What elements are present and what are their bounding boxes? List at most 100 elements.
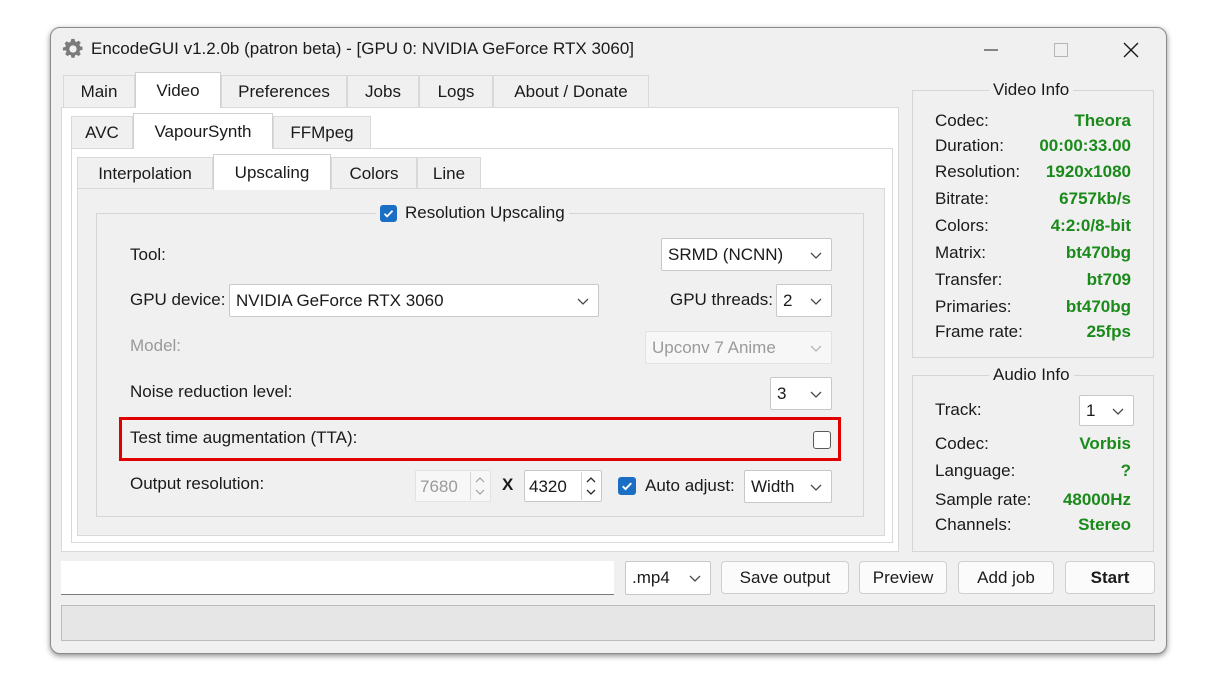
track-select[interactable]: 1 — [1079, 395, 1134, 426]
button-label: Start — [1090, 567, 1130, 587]
progress-bar — [61, 605, 1155, 641]
video-info-row: Duration: 00:00:33.00 — [935, 136, 1131, 160]
video-info-group: Video Info Codec: Theora Duration: 00:00:3… — [912, 80, 1154, 358]
tab-interpolation[interactable]: Interpolation — [77, 157, 213, 189]
info-value: 6757kb/s — [1059, 189, 1131, 208]
tab-label: Upscaling — [234, 162, 310, 182]
tool-label: Tool: — [130, 245, 166, 264]
tab-label: About / Donate — [514, 81, 628, 101]
output-resolution-label: Output resolution: — [130, 474, 265, 493]
tab-label: Interpolation — [98, 163, 192, 183]
group-title: Resolution Upscaling — [405, 203, 565, 222]
info-key: Channels: — [935, 515, 1012, 534]
tab-label: VapourSynth — [154, 121, 252, 141]
track-value: 1 — [1086, 400, 1096, 420]
chevron-down-icon — [810, 484, 822, 491]
video-info-row: Frame rate: 25fps — [935, 322, 1131, 346]
tool-value: SRMD (NCNN) — [668, 244, 784, 264]
chevron-down-icon — [810, 252, 822, 259]
video-info-row: Codec: Theora — [935, 111, 1131, 135]
info-value: 4:2:0/8-bit — [1050, 216, 1131, 235]
chevron-down-icon — [577, 298, 589, 305]
title-bar[interactable]: EncodeGUI v1.2.0b (patron beta) - [GPU 0… — [51, 28, 1166, 72]
save-output-button[interactable]: Save output — [721, 561, 849, 594]
gpu-threads-value: 2 — [783, 290, 793, 310]
audio-info-row: Channels: Stereo — [935, 515, 1131, 539]
info-key: Frame rate: — [935, 322, 1023, 341]
checkmark-icon — [622, 482, 632, 491]
maximize-icon — [1054, 43, 1068, 57]
tab-line[interactable]: Line — [417, 157, 481, 189]
chevron-down-icon — [810, 298, 822, 305]
audio-info-title: Audio Info — [989, 365, 1074, 385]
audio-info-row: Sample rate: 48000Hz — [935, 490, 1131, 514]
info-value: bt470bg — [1065, 297, 1131, 316]
info-value: bt709 — [1086, 270, 1131, 289]
video-info-row: Bitrate: 6757kb/s — [935, 189, 1131, 213]
maximize-button[interactable] — [1041, 36, 1081, 64]
tool-select[interactable]: SRMD (NCNN) — [661, 238, 832, 271]
auto-adjust-checkbox[interactable] — [618, 477, 636, 495]
tab-about-donate[interactable]: About / Donate — [493, 75, 649, 107]
info-key: Transfer: — [935, 270, 1003, 289]
spin-up-down-icon — [475, 477, 485, 495]
start-button[interactable]: Start — [1065, 561, 1155, 594]
model-select[interactable]: Upconv 7 Anime — [645, 331, 832, 364]
tab-vapoursynth[interactable]: VapourSynth — [133, 113, 273, 149]
button-label: Preview — [872, 567, 934, 587]
tab-colors[interactable]: Colors — [331, 157, 417, 189]
close-button[interactable] — [1111, 36, 1151, 64]
tta-checkbox[interactable] — [813, 431, 831, 449]
tab-label: FFMpeg — [290, 122, 354, 142]
group-header[interactable]: Resolution Upscaling — [376, 203, 569, 223]
tab-label: Logs — [437, 81, 475, 101]
gpu-threads-select[interactable]: 2 — [776, 284, 832, 317]
tab-jobs[interactable]: Jobs — [347, 75, 419, 107]
track-label: Track: — [935, 400, 982, 419]
spin-up-down-icon — [586, 477, 596, 495]
audio-info-group: Audio Info Track: 1 Codec: Vorbis Languag… — [912, 365, 1154, 552]
minimize-button[interactable] — [971, 36, 1011, 64]
tab-label: Video — [156, 80, 200, 100]
tab-ffmpeg[interactable]: FFMpeg — [273, 116, 371, 148]
auto-adjust-label: Auto adjust: — [645, 476, 735, 495]
tab-video[interactable]: Video — [135, 72, 221, 108]
noise-reduction-value: 3 — [777, 383, 787, 403]
info-key: Language: — [935, 461, 1016, 480]
container-value: .mp4 — [632, 568, 670, 587]
audio-info-row: Language:? — [935, 461, 1131, 485]
output-path-input[interactable] — [61, 561, 614, 595]
info-value: Vorbis — [1079, 434, 1131, 453]
tab-main[interactable]: Main — [63, 75, 135, 107]
chevron-down-icon — [810, 391, 822, 398]
tab-preferences[interactable]: Preferences — [221, 75, 347, 107]
add-job-button[interactable]: Add job — [958, 561, 1054, 594]
chevron-down-icon — [1112, 408, 1124, 415]
noise-reduction-select[interactable]: 3 — [770, 377, 832, 410]
tab-label: Main — [80, 81, 118, 101]
gpu-device-value: NVIDIA GeForce RTX 3060 — [236, 290, 444, 310]
spin-arrows[interactable] — [470, 472, 489, 500]
video-info-row: Colors: 4:2:0/8-bit — [935, 216, 1131, 240]
minimize-icon — [984, 49, 998, 51]
spin-arrows[interactable] — [581, 472, 600, 500]
audio-info-row: Codec: Vorbis — [935, 434, 1131, 458]
resolution-upscaling-checkbox[interactable] — [380, 204, 397, 222]
tab-upscaling[interactable]: Upscaling — [213, 154, 331, 190]
gpu-device-select[interactable]: NVIDIA GeForce RTX 3060 — [229, 284, 599, 317]
tab-avc[interactable]: AVC — [71, 116, 133, 148]
tab-logs[interactable]: Logs — [419, 75, 493, 107]
info-value: 48000Hz — [1062, 490, 1131, 509]
output-width-value: 7680 — [420, 477, 458, 496]
output-height-value: 4320 — [529, 477, 567, 496]
tab-label: Preferences — [238, 81, 330, 101]
info-value: Theora — [1074, 111, 1131, 130]
video-info-row: Primaries: bt470bg — [935, 297, 1131, 321]
output-width-spinbox[interactable]: 7680 — [415, 470, 491, 502]
container-select[interactable]: .mp4 — [625, 561, 711, 595]
video-info-row: Matrix: bt470bg — [935, 243, 1131, 267]
info-key: Colors: — [935, 216, 989, 235]
auto-adjust-select[interactable]: Width — [744, 470, 832, 503]
preview-button[interactable]: Preview — [859, 561, 947, 594]
output-height-spinbox[interactable]: 4320 — [524, 470, 602, 502]
